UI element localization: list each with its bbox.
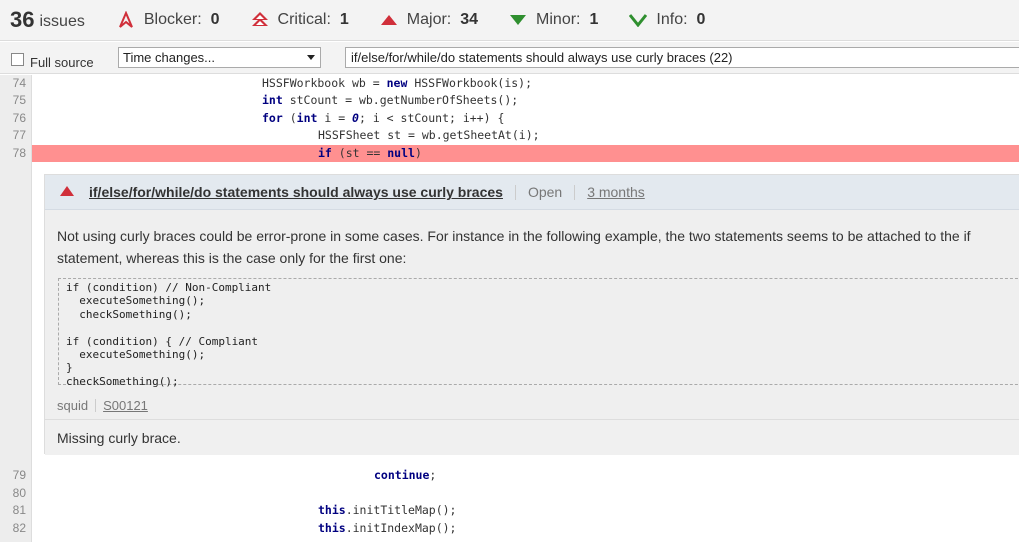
code-text: HSSFSheet st = wb.getSheetAt(i); — [318, 128, 540, 142]
severity-blocker-label: Blocker: — [143, 11, 202, 28]
severity-blocker[interactable]: Blocker: 0 — [116, 11, 220, 29]
full-source-checkbox[interactable] — [11, 53, 24, 66]
severity-critical[interactable]: Critical: 1 — [250, 11, 349, 29]
severity-critical-count: 1 — [339, 11, 349, 28]
blocker-icon — [116, 11, 136, 29]
chevron-down-icon — [307, 55, 315, 60]
rule-key-link[interactable]: S00121 — [103, 398, 148, 413]
code-line: 76 for (int i = 0; i < stCount; i++) { — [0, 110, 1019, 127]
code-text: HSSFWorkbook wb = new HSSFWorkbook(is); — [262, 76, 533, 90]
issue-title-link[interactable]: if/else/for/while/do statements should a… — [89, 184, 503, 200]
issues-count: 36 — [10, 7, 35, 32]
line-number: 81 — [12, 503, 26, 517]
code-line: 82 this.initIndexMap(); — [0, 520, 1019, 537]
time-changes-select[interactable]: Time changes... — [118, 47, 321, 68]
severity-minor[interactable]: Minor: 1 — [508, 11, 598, 29]
code-example: if (condition) // Non-Compliant executeS… — [58, 278, 1019, 388]
rule-filter-value: if/else/for/while/do statements should a… — [351, 50, 733, 65]
filter-bar: Full source Time changes... if/else/for/… — [0, 42, 1019, 74]
severity-minor-label: Minor: — [536, 11, 581, 28]
time-changes-value: Time changes... — [123, 50, 216, 65]
line-number: 79 — [12, 468, 26, 482]
code-text: this.initTitleMap(); — [318, 503, 457, 517]
line-number: 76 — [12, 111, 26, 125]
full-source-label: Full source — [30, 55, 94, 70]
highlight-bar — [32, 145, 1019, 162]
info-icon — [628, 11, 648, 29]
line-number: 75 — [12, 93, 26, 107]
issue-age-link[interactable]: 3 months — [587, 184, 645, 200]
major-icon — [59, 184, 75, 200]
issue-header: if/else/for/while/do statements should a… — [45, 175, 1019, 210]
code-line: 80 — [0, 485, 1019, 502]
issue-status[interactable]: Open — [528, 184, 562, 200]
major-icon — [379, 11, 399, 29]
severity-info-count: 0 — [696, 11, 706, 28]
line-number: 78 — [12, 146, 26, 160]
code-line: 74 HSSFWorkbook wb = new HSSFWorkbook(is… — [0, 75, 1019, 92]
rule-filter-select[interactable]: if/else/for/while/do statements should a… — [345, 47, 1019, 68]
severity-info[interactable]: Info: 0 — [628, 11, 705, 29]
divider — [574, 184, 576, 200]
divider — [514, 184, 516, 200]
issue-panel: if/else/for/while/do statements should a… — [44, 174, 1019, 455]
code-text: for (int i = 0; i < stCount; i++) { — [262, 111, 505, 125]
divider — [95, 399, 97, 412]
issue-message: Missing curly brace. — [45, 419, 1019, 455]
severity-critical-label: Critical: — [277, 11, 331, 28]
code-line-highlighted: 78 if (st == null) — [0, 145, 1019, 162]
minor-icon — [508, 11, 528, 29]
code-text: continue; — [374, 468, 437, 482]
code-line: 77 HSSFSheet st = wb.getSheetAt(i); — [0, 127, 1019, 144]
rule-meta: squid S00121 — [57, 398, 148, 413]
line-number: 74 — [12, 76, 26, 90]
rule-repository: squid — [57, 398, 89, 413]
code-text: if (st == null) — [318, 146, 422, 160]
severity-blocker-count: 0 — [210, 11, 220, 28]
severity-major-count: 34 — [460, 11, 479, 28]
line-number: 82 — [12, 521, 26, 535]
code-line: 79 continue; — [0, 467, 1019, 484]
severity-info-label: Info: — [656, 11, 688, 28]
critical-icon — [250, 11, 270, 29]
issues-label: issues — [39, 13, 85, 30]
severity-major[interactable]: Major: 34 — [379, 11, 478, 29]
code-line: 75 int stCount = wb.getNumberOfSheets(); — [0, 92, 1019, 109]
issues-summary-bar: 36 issues Blocker: 0 Critical: 1 Major: … — [0, 0, 1019, 41]
code-text: int stCount = wb.getNumberOfSheets(); — [262, 93, 519, 107]
issue-description: Not using curly braces could be error-pr… — [57, 228, 971, 266]
line-number: 80 — [12, 486, 26, 500]
severity-major-label: Major: — [406, 11, 452, 28]
full-source-toggle[interactable]: Full source — [11, 49, 94, 70]
code-text: this.initIndexMap(); — [318, 521, 457, 535]
severity-minor-count: 1 — [589, 11, 599, 28]
line-number: 77 — [12, 128, 26, 142]
code-line: 81 this.initTitleMap(); — [0, 502, 1019, 519]
